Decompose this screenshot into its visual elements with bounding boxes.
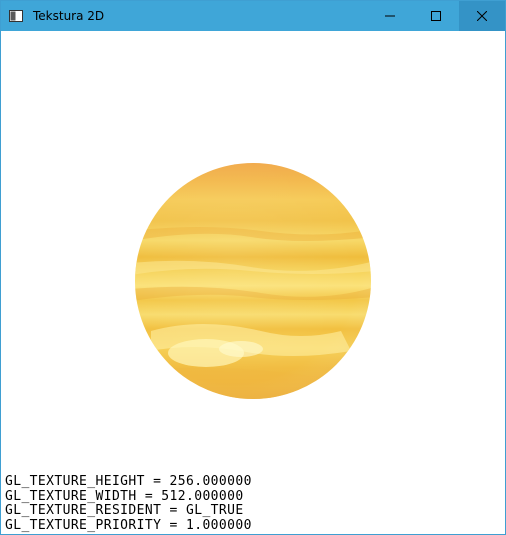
- close-button[interactable]: [459, 1, 505, 31]
- maximize-button[interactable]: [413, 1, 459, 31]
- texture-priority-line: GL_TEXTURE_PRIORITY = 1.000000: [5, 517, 252, 533]
- scene-canvas: [135, 163, 371, 399]
- window-app-icon[interactable]: [5, 1, 27, 31]
- title-bar[interactable]: Tekstura 2D: [1, 1, 505, 31]
- window-title: Tekstura 2D: [33, 9, 105, 23]
- texture-info-panel: GL_TEXTURE_HEIGHT = 256.000000 GL_TEXTUR…: [5, 474, 252, 533]
- texture-width-line: GL_TEXTURE_WIDTH = 512.000000: [5, 488, 244, 504]
- app-window: Tekstura 2D GL_TEXTURE_HEIGHT = 256.0000…: [0, 0, 506, 535]
- minimize-icon: [385, 15, 395, 17]
- texture-resident-line: GL_TEXTURE_RESIDENT = GL_TRUE: [5, 503, 244, 518]
- textured-sphere: [135, 163, 371, 399]
- maximize-icon: [431, 11, 441, 21]
- close-icon: [477, 11, 487, 21]
- gl-viewport[interactable]: GL_TEXTURE_HEIGHT = 256.000000 GL_TEXTUR…: [1, 31, 505, 534]
- minimize-button[interactable]: [367, 1, 413, 31]
- texture-height-line: GL_TEXTURE_HEIGHT = 256.000000: [5, 474, 252, 489]
